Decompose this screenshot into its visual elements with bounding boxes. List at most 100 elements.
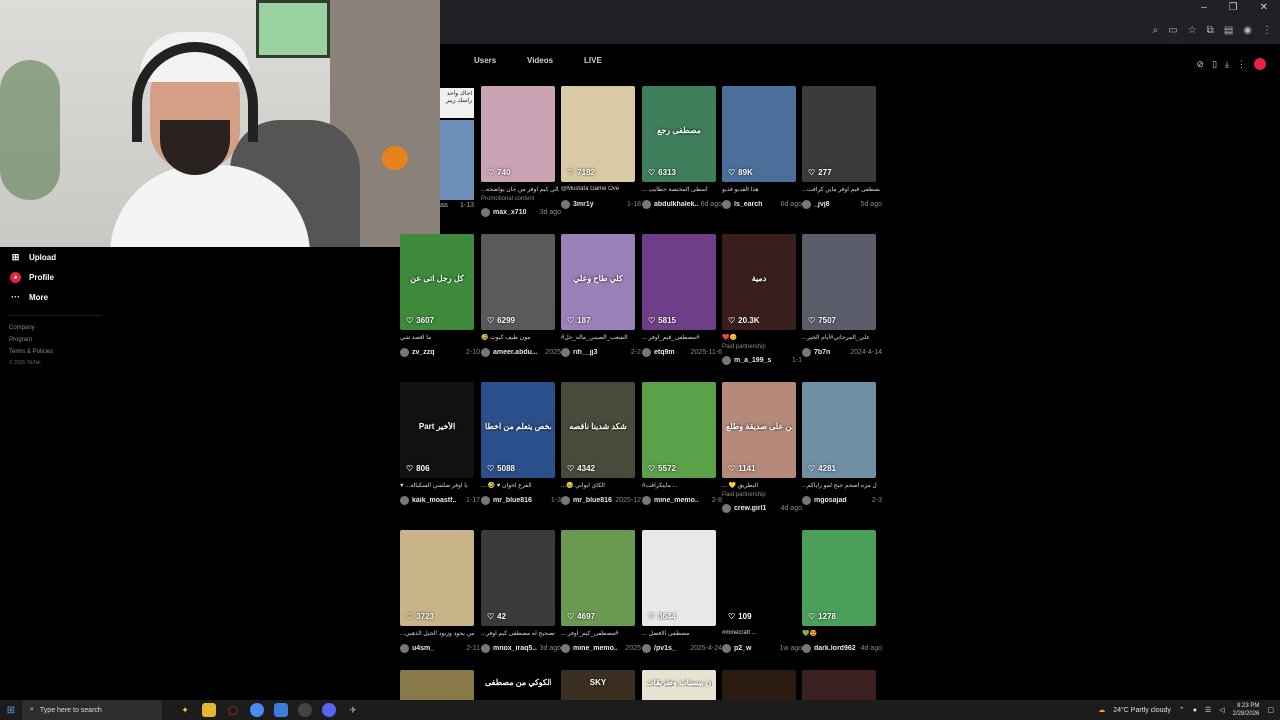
nav-profile[interactable]: ◕ Profile — [0, 267, 110, 287]
video-thumbnail[interactable]: ♡ 4281 — [802, 382, 876, 478]
video-caption[interactable]: ...علي_المرجاني#أيام الخير — [802, 334, 880, 341]
extensions-icon[interactable]: ⧉ — [1207, 25, 1214, 36]
opera-icon[interactable]: ◯ — [226, 703, 240, 717]
mic-icon[interactable]: ● — [1193, 707, 1197, 714]
footer-link-program[interactable]: Program — [0, 334, 110, 346]
video-caption[interactable]: ...🥹 الكاي ايواني — [561, 482, 639, 489]
notifications-icon[interactable]: ▢ — [1267, 706, 1274, 714]
video-thumbnail[interactable] — [722, 670, 796, 702]
footer-link-terms[interactable]: Terms & Policies — [0, 346, 110, 358]
video-thumbnail[interactable]: شكد شدينا ناقصه ♡ 4342 — [561, 382, 635, 478]
video-thumbnail[interactable]: لحظة فلتم الكوكي من مصطفى — [481, 670, 555, 702]
video-thumbnail[interactable]: كلي طاح وعلي ♡ 187 — [561, 234, 635, 330]
video-caption[interactable]: ... 🤣 ♥ الفزع اخوان — [481, 482, 559, 489]
video-caption[interactable]: هذا الفديو فديو — [722, 186, 800, 193]
video-caption[interactable]: ...من يحود وزبود الحيل الذهبي — [400, 630, 478, 637]
maximize-button[interactable]: ❐ — [1229, 2, 1238, 18]
video-thumbnail[interactable]: من على صديقة وطلع ♡ 1141 — [722, 382, 796, 478]
video-thumbnail[interactable]: ♡ 5572 — [642, 382, 716, 478]
video-caption[interactable]: ...مصطفى قيم اوفر ماين كرافت — [802, 186, 880, 193]
video-author[interactable]: zv_zzq 2-10 — [400, 348, 480, 357]
video-caption[interactable]: ... 💛 البطريق — [722, 482, 800, 489]
video-thumbnail[interactable]: ♡ 42 — [481, 530, 555, 626]
video-thumbnail[interactable]: دمية ♡ 20.3K — [722, 234, 796, 330]
video-caption[interactable]: ما اقصد شي — [400, 334, 478, 341]
video-caption[interactable]: 💚😍 — [802, 630, 880, 637]
sparkle-icon[interactable]: ✦ — [178, 703, 192, 717]
video-author[interactable]: u4sm_ 2-11 — [400, 644, 480, 653]
video-author[interactable]: mnox_iraq5... 3d ago — [481, 644, 561, 653]
video-caption[interactable]: ...تصحيح له مصطفى كيم اوفر — [481, 630, 559, 637]
video-thumbnail[interactable]: ♡ 5815 — [642, 234, 716, 330]
steam-icon[interactable]: ✈ — [346, 703, 360, 717]
cast-icon[interactable]: ▭ — [1168, 25, 1177, 36]
video-caption[interactable]: ...يالي كيم اوفر من جان يواضحه — [481, 186, 559, 193]
video-caption[interactable]: ... أسطى المختصة حطايب — [642, 186, 720, 193]
video-thumbnail[interactable]: كل رجل اتى عن ♡ 3607 — [400, 234, 474, 330]
video-caption[interactable]: 🤣 مون طيف كيوت — [481, 334, 559, 341]
video-caption[interactable]: ... مصطفى الافضل — [642, 630, 720, 637]
video-thumbnail[interactable]: ♡ 89K — [722, 86, 796, 182]
video-author[interactable]: p2_w 1w ago — [722, 644, 802, 653]
menu-icon[interactable]: ⋮ — [1262, 25, 1272, 36]
tray-chevron-icon[interactable]: ⌃ — [1179, 706, 1185, 714]
clock[interactable]: 8:23 PM 2/28/2026 — [1233, 702, 1260, 718]
video-thumbnail[interactable] — [802, 670, 876, 702]
video-thumbnail[interactable]: ♡ 7182 — [561, 86, 635, 182]
video-author[interactable]: 3mr1y 1-18 — [561, 200, 641, 209]
video-author[interactable]: abdulkhalek... 6d ago — [642, 200, 722, 209]
chrome-icon[interactable] — [250, 703, 264, 717]
video-caption[interactable]: #الشعب_الصيني_ماله_حل — [561, 334, 639, 341]
phone-icon[interactable]: ▯ — [1212, 59, 1217, 70]
bookmark-star-icon[interactable]: ☆ — [1188, 25, 1197, 36]
network-icon[interactable]: ☰ — [1205, 706, 1211, 714]
video-author[interactable]: mgosajad 2-3 — [802, 496, 882, 505]
footer-link-company[interactable]: Company — [0, 322, 110, 334]
file-explorer-icon[interactable] — [202, 703, 216, 717]
video-author[interactable]: mr_blue816 2025-12 — [561, 496, 641, 505]
video-caption[interactable]: ♥ ...يا اوفر صلسي السكياله — [400, 482, 478, 489]
discord-icon[interactable] — [322, 703, 336, 717]
windows-start-icon[interactable]: ⊞ — [0, 700, 22, 720]
video-caption[interactable]: ❤️😊 — [722, 334, 800, 341]
video-author[interactable]: dark.lord962 4d ago — [802, 644, 882, 653]
video-author[interactable]: m_a_199_s 1-1 — [722, 356, 802, 365]
video-author[interactable]: 7b7n 2024-4-14 — [802, 348, 882, 357]
video-author[interactable]: ameer.abdu... 2025 — [481, 348, 561, 357]
video-caption[interactable]: @Mustafa Game Ove — [561, 186, 639, 192]
video-author[interactable]: _jvj8 5d ago — [802, 200, 882, 209]
obs-icon[interactable] — [298, 703, 312, 717]
volume-icon[interactable]: ◁ — [1219, 706, 1224, 714]
video-author[interactable]: mine_memo... 2025 — [561, 644, 641, 653]
nav-upload[interactable]: ⊞ Upload — [0, 247, 110, 267]
nav-more[interactable]: ··· More — [0, 287, 110, 307]
video-author[interactable]: crew.girl1 4d ago — [722, 504, 802, 513]
video-thumbnail[interactable]: شخص يتعلم من اخطا ♡ 5088 — [481, 382, 555, 478]
account-icon[interactable]: ◉ — [1243, 25, 1252, 36]
weather-text[interactable]: 24°C Partly cloudy — [1113, 707, 1171, 714]
video-caption[interactable]: ... مصطفى_كيم_اوفر# — [561, 630, 639, 637]
video-thumbnail[interactable]: مصطفى رجع ♡ 6313 — [642, 86, 716, 182]
video-caption[interactable]: #ماينكرافت ... — [642, 482, 720, 489]
video-thumbnail[interactable]: ♡ 1278 — [802, 530, 876, 626]
coins-icon[interactable]: ⊘ — [1197, 59, 1205, 70]
video-author[interactable]: /pv1s_ 2025-4-24 — [642, 644, 722, 653]
video-thumbnail[interactable]: ♡ 3723 — [400, 530, 474, 626]
video-caption[interactable]: ...ل مزه اصحم جبح لمو راياكم — [802, 482, 880, 489]
video-thumbnail[interactable]: ♡ 740 — [481, 86, 555, 182]
video-thumbnail[interactable]: Part الأخير ♡ 806 — [400, 382, 474, 478]
video-thumbnail[interactable]: ♡ 277 — [802, 86, 876, 182]
download-icon[interactable]: ⤓ — [1225, 59, 1229, 70]
more-options-icon[interactable]: ⋮ — [1237, 59, 1246, 70]
minimize-button[interactable]: – — [1201, 2, 1207, 18]
video-author[interactable]: etq9m 2025-11-6 — [642, 348, 722, 357]
video-thumbnail[interactable]: ♡ 7507 — [802, 234, 876, 330]
taskbar-search[interactable]: ⌕ Type here to search — [22, 700, 162, 720]
notes-icon[interactable] — [274, 703, 288, 717]
video-caption[interactable]: ... مصطفى_قيم_اوفر# — [642, 334, 720, 341]
zoom-icon[interactable]: ⌕ — [1153, 25, 1159, 36]
video-thumbnail[interactable]: ♡ 3644 — [642, 530, 716, 626]
video-author[interactable]: max_x710 3d ago — [481, 208, 561, 217]
video-author[interactable]: mr_blue816 1-3 — [481, 496, 561, 505]
video-caption[interactable]: #minecraft ... — [722, 630, 800, 636]
